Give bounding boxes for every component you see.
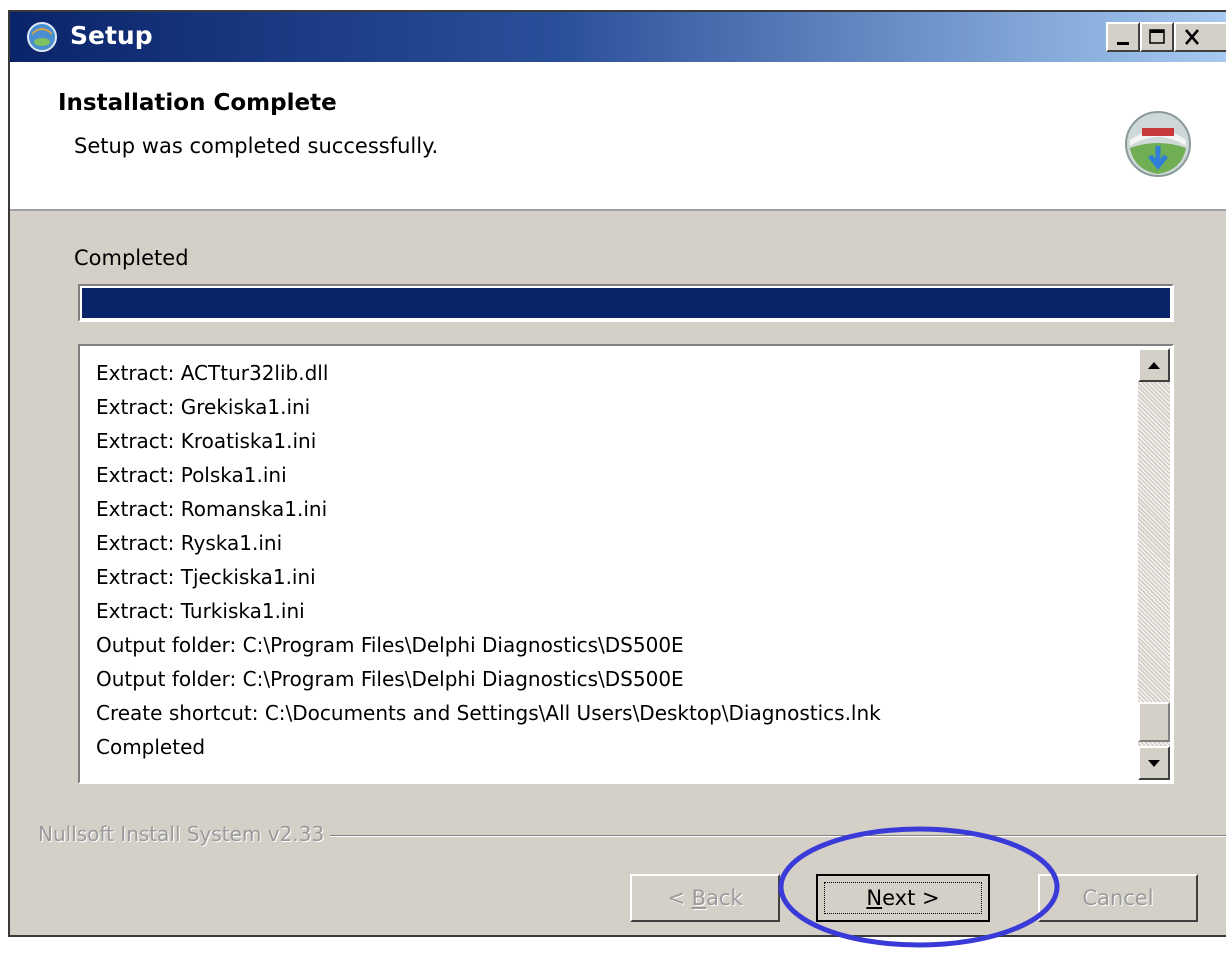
log-line: Create shortcut: C:\Documents and Settin… xyxy=(96,701,881,725)
setup-window: Setup Installation Complete Setup was co… xyxy=(8,10,1226,937)
back-label-accel: B xyxy=(691,886,707,910)
progress-fill xyxy=(82,288,1170,318)
back-label-prefix: < xyxy=(667,886,692,910)
back-label-rest: ack xyxy=(706,886,743,910)
log-line: Output folder: C:\Program Files\Delphi D… xyxy=(96,633,684,657)
next-button[interactable]: Next > xyxy=(816,874,990,922)
log-line: Extract: Grekiska1.ini xyxy=(96,395,311,419)
header-panel: Installation Complete Setup was complete… xyxy=(10,62,1226,211)
title-bar[interactable]: Setup xyxy=(10,12,1226,62)
setup-app-icon xyxy=(27,22,57,52)
cancel-button-label: Cancel xyxy=(1082,886,1154,910)
log-line: Extract: Tjeckiska1.ini xyxy=(96,565,316,589)
install-log-list[interactable]: Extract: ACTtur32lib.dll Extract: Grekis… xyxy=(78,344,1174,784)
scroll-up-button[interactable] xyxy=(1138,348,1170,382)
log-lines: Extract: ACTtur32lib.dll Extract: Grekis… xyxy=(96,356,1132,764)
log-line: Output folder: C:\Program Files\Delphi D… xyxy=(96,667,684,691)
back-button-label: < Back xyxy=(667,886,742,910)
cancel-button[interactable]: Cancel xyxy=(1038,874,1198,922)
page-subtitle: Setup was completed successfully. xyxy=(74,134,439,158)
scroll-down-button[interactable] xyxy=(1138,746,1170,780)
close-icon xyxy=(1185,29,1199,45)
page-title: Installation Complete xyxy=(58,90,337,116)
log-scrollbar[interactable] xyxy=(1138,348,1170,780)
scroll-thumb[interactable] xyxy=(1138,702,1170,742)
log-line: Extract: Ryska1.ini xyxy=(96,531,283,555)
maximize-icon xyxy=(1149,29,1165,44)
arrow-up-icon xyxy=(1148,362,1160,369)
progress-bar xyxy=(78,284,1174,322)
log-line: Extract: Kroatiska1.ini xyxy=(96,429,317,453)
status-label: Completed xyxy=(74,246,189,270)
maximize-button[interactable] xyxy=(1140,22,1174,52)
log-line: Extract: ACTtur32lib.dll xyxy=(96,361,329,385)
log-line: Extract: Turkiska1.ini xyxy=(96,599,305,623)
back-button[interactable]: < Back xyxy=(630,874,780,922)
window-title: Setup xyxy=(70,21,153,50)
installer-globe-icon xyxy=(1125,111,1191,177)
arrow-down-icon xyxy=(1148,760,1160,767)
close-button[interactable] xyxy=(1174,22,1226,52)
log-line: Extract: Polska1.ini xyxy=(96,463,287,487)
minimize-button[interactable] xyxy=(1106,22,1140,52)
log-line: Extract: Romanska1.ini xyxy=(96,497,328,521)
log-line: Completed xyxy=(96,735,206,759)
focus-rectangle xyxy=(824,882,982,914)
minimize-icon xyxy=(1117,42,1129,45)
branding-text: Nullsoft Install System v2.33 xyxy=(38,822,331,846)
